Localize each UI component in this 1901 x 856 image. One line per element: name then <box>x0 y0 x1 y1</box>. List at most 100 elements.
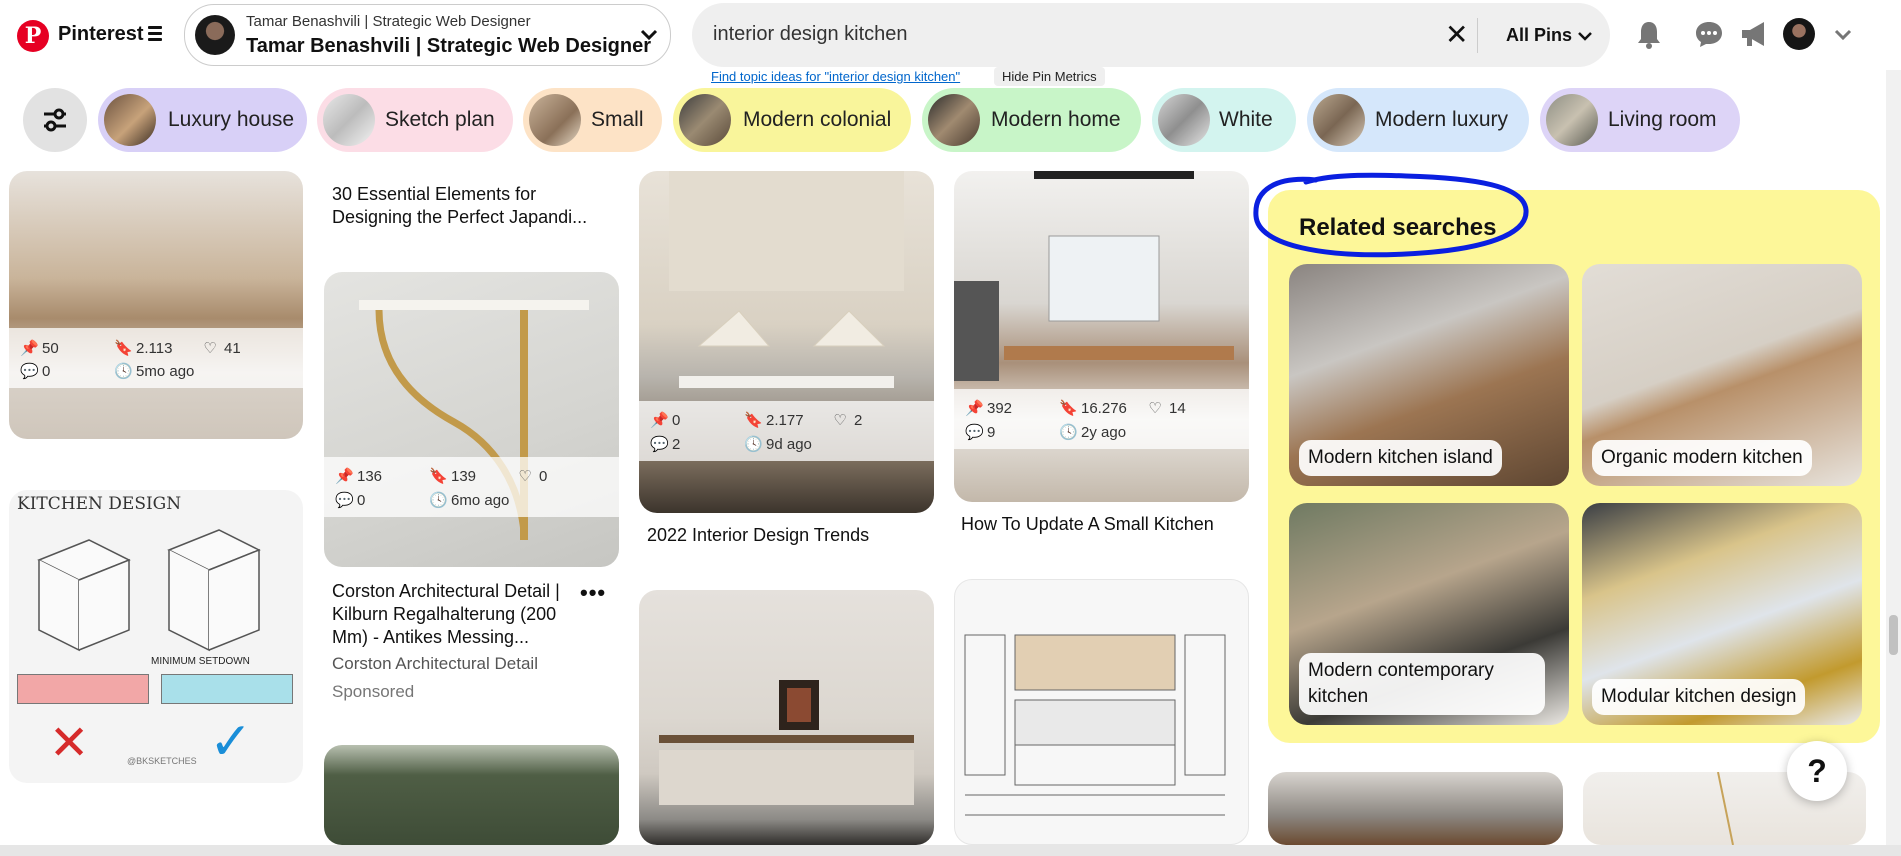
sketch-title-text: KITCHEN DESIGN <box>17 494 182 514</box>
pin-card[interactable]: 📌 136 🔖 139 ♡ 0 💬 0 🕓 6mo ago <box>324 272 619 567</box>
pin-metrics: 📌 0 🔖 2.177 ♡ 2 💬 2 🕓 9d ago <box>639 401 934 461</box>
related-card-organic-modern-kitchen[interactable]: Organic modern kitchen <box>1582 264 1862 486</box>
chevron-down-icon[interactable] <box>640 29 658 41</box>
account-name: Tamar Benashvili | Strategic Web Designe… <box>246 35 651 57</box>
like-count: 2 <box>854 412 863 429</box>
pin-type-filter[interactable]: All Pins <box>1506 25 1593 46</box>
pin-card[interactable] <box>324 745 619 845</box>
chip-label: Sketch plan <box>385 108 495 131</box>
sketch-plan-red <box>17 674 149 704</box>
messages-icon[interactable] <box>1693 18 1725 50</box>
bookmark-icon: 🔖 <box>114 340 133 357</box>
comment-count: 0 <box>357 492 366 509</box>
pin-card[interactable]: 📌 0 🔖 2.177 ♡ 2 💬 2 🕓 9d ago <box>639 171 934 513</box>
related-card-label: Modular kitchen design <box>1592 679 1806 715</box>
search-bar[interactable]: interior design kitchen ✕ All Pins <box>692 3 1610 67</box>
save-count: 16.276 <box>1081 400 1127 417</box>
heart-icon: ♡ <box>833 412 847 429</box>
chip-white[interactable]: White <box>1152 88 1296 152</box>
pin-card[interactable] <box>639 590 934 845</box>
chip-living-room[interactable]: Living room <box>1540 88 1740 152</box>
pin-card[interactable]: 📌 392 🔖 16.276 ♡ 14 💬 9 🕓 2y ago <box>954 171 1249 502</box>
account-avatar <box>195 15 235 55</box>
hide-pin-metrics-button[interactable]: Hide Pin Metrics <box>994 67 1105 86</box>
pin-title[interactable]: 30 Essential Elements for Designing the … <box>332 183 612 229</box>
brass-bracket-image <box>359 300 589 540</box>
chip-modern-home[interactable]: Modern home <box>922 88 1141 152</box>
pin-count: 136 <box>357 468 383 485</box>
pin-age: 9d ago <box>766 436 812 453</box>
related-card-modern-contemporary-kitchen[interactable]: Modern contemporary kitchen <box>1289 503 1569 725</box>
related-card-modular-kitchen-design[interactable]: Modular kitchen design <box>1582 503 1862 725</box>
pin-source[interactable]: Corston Architectural Detail <box>332 654 538 674</box>
brand-name[interactable]: Pinterest <box>58 23 144 46</box>
vertical-scrollbar[interactable] <box>1886 70 1901 845</box>
comment-count: 9 <box>987 424 996 441</box>
chip-label: White <box>1219 108 1273 131</box>
chip-thumbnail <box>529 94 581 146</box>
related-card-label: Modern contemporary kitchen <box>1299 653 1545 715</box>
find-topic-ideas-link[interactable]: Find topic ideas for "interior design ki… <box>711 69 960 84</box>
related-card-modern-kitchen-island[interactable]: Modern kitchen island <box>1289 264 1569 486</box>
hamburger-menu-icon[interactable] <box>148 26 162 41</box>
pin-metrics: 📌 50 🔖 2.113 ♡ 41 💬 0 🕓 5mo ago <box>9 328 303 388</box>
pin-title[interactable]: How To Update A Small Kitchen <box>961 513 1246 536</box>
comment-count: 2 <box>672 436 681 453</box>
heart-icon: ♡ <box>1148 400 1162 417</box>
user-avatar[interactable] <box>1783 18 1815 50</box>
chip-sketch-plan[interactable]: Sketch plan <box>317 88 513 152</box>
comment-count: 0 <box>42 363 51 380</box>
sketch-credit: @BKSKETCHES <box>127 756 197 766</box>
search-input[interactable]: interior design kitchen <box>713 23 908 46</box>
pin-count: 392 <box>987 400 1013 417</box>
horizontal-scrollbar[interactable] <box>0 845 1901 856</box>
related-searches-panel: Related searches Modern kitchen island O… <box>1268 190 1880 743</box>
help-button[interactable]: ? <box>1787 741 1847 801</box>
account-switcher[interactable]: Tamar Benashvili | Strategic Web Designe… <box>184 4 671 66</box>
pin-title[interactable]: 2022 Interior Design Trends <box>647 524 927 547</box>
save-count: 2.113 <box>136 340 173 357</box>
chevron-down-icon[interactable] <box>1827 18 1859 50</box>
pin-card[interactable]: 📌 50 🔖 2.113 ♡ 41 💬 0 🕓 5mo ago <box>9 171 303 439</box>
sponsored-label: Sponsored <box>332 682 415 701</box>
chip-small[interactable]: Small <box>523 88 662 152</box>
pin-title[interactable]: Corston Architectural Detail | Kilburn R… <box>332 580 582 649</box>
pin-type-filter-label: All Pins <box>1506 25 1573 45</box>
chip-thumbnail <box>323 94 375 146</box>
comment-icon: 💬 <box>20 363 39 380</box>
scrollbar-thumb[interactable] <box>1889 615 1898 655</box>
chip-modern-luxury[interactable]: Modern luxury <box>1307 88 1529 152</box>
pin-card[interactable] <box>1268 772 1563 845</box>
clear-search-icon[interactable]: ✕ <box>1445 21 1468 49</box>
comment-icon: 💬 <box>965 424 984 441</box>
related-topic-chips: Luxury house Sketch plan Small Modern co… <box>0 86 1901 156</box>
like-count: 14 <box>1169 400 1186 417</box>
pin-card[interactable] <box>954 579 1249 845</box>
like-count: 0 <box>539 468 548 485</box>
pin-age: 6mo ago <box>451 492 510 509</box>
chip-luxury-house[interactable]: Luxury house <box>98 88 307 152</box>
notifications-bell-icon[interactable] <box>1633 18 1665 50</box>
more-options-icon[interactable]: ••• <box>580 580 606 606</box>
chip-label: Modern colonial <box>743 108 892 131</box>
pin-count: 50 <box>42 340 59 357</box>
comment-icon: 💬 <box>335 492 354 509</box>
check-icon: ✓ <box>209 713 253 771</box>
heart-icon: ♡ <box>203 340 217 357</box>
pinterest-logo-icon[interactable]: P <box>17 20 49 52</box>
chip-modern-colonial[interactable]: Modern colonial <box>673 88 911 152</box>
chip-thumbnail <box>679 94 731 146</box>
filter-options-button[interactable] <box>23 88 87 152</box>
kitchen-elevation-drawing <box>964 634 1226 816</box>
search-divider <box>1477 18 1478 53</box>
sliders-icon <box>44 108 66 132</box>
heart-icon: ♡ <box>518 468 532 485</box>
pin-age: 2y ago <box>1081 424 1127 441</box>
pin-card[interactable]: KITCHEN DESIGN MINIMUM SETDOWN ✕ ✓ @BKSK… <box>9 490 303 783</box>
chip-label: Modern luxury <box>1375 108 1509 131</box>
megaphone-icon[interactable] <box>1738 18 1770 50</box>
pin-age: 5mo ago <box>136 363 195 380</box>
clock-icon: 🕓 <box>114 363 133 380</box>
pin-icon: 📌 <box>650 412 669 429</box>
save-count: 139 <box>451 468 477 485</box>
